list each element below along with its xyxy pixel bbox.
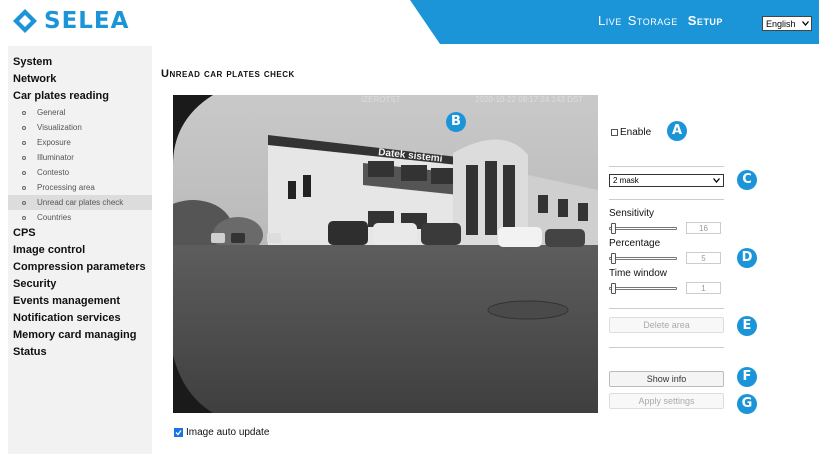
chevron-down-icon [802, 21, 809, 26]
mask-select[interactable]: 2 mask [609, 174, 724, 187]
sensitivity-slider[interactable] [609, 223, 677, 234]
bullet-icon [22, 155, 26, 160]
sensitivity-label: Sensitivity [609, 208, 655, 219]
slider-track [609, 287, 677, 290]
delete-area-button[interactable]: Delete area [609, 317, 724, 333]
bullet-icon [22, 200, 26, 205]
sidebar-subitem-label: General [37, 108, 66, 117]
top-nav: Live Storage Setup [598, 13, 729, 28]
marker-g: G [737, 394, 757, 414]
camera-preview[interactable]: Datek sistemi IZEROTST 2020-10-22 08:17:… [173, 95, 598, 413]
sidebar-subitem-label: Processing area [37, 183, 95, 192]
show-info-button[interactable]: Show info [609, 371, 724, 387]
nav-setup[interactable]: Setup [688, 13, 723, 28]
sidebar-subitem-label: Contesto [37, 168, 70, 177]
header: SELEA Live Storage Setup English [0, 0, 819, 44]
bullet-icon [22, 215, 26, 220]
sidebar-item-network[interactable]: Network [8, 71, 152, 88]
sidebar-item-system[interactable]: System [8, 54, 152, 71]
sidebar-item-image-control[interactable]: Image control [8, 242, 152, 259]
enable-toggle[interactable]: Enable [611, 127, 651, 138]
sidebar: System Network Car plates reading Genera… [8, 46, 152, 454]
marker-e: E [737, 316, 757, 336]
sidebar-item-status[interactable]: Status [8, 344, 152, 361]
slider-thumb[interactable] [611, 283, 616, 294]
language-select[interactable]: English [762, 16, 812, 31]
sidebar-item-compression-parameters[interactable]: Compression parameters [8, 259, 152, 276]
page-title: Unread car plates check [161, 68, 295, 80]
percentage-slider[interactable] [609, 253, 677, 264]
sidebar-subitem-exposure[interactable]: Exposure [8, 135, 152, 150]
bullet-icon [22, 110, 26, 115]
nav-live[interactable]: Live [598, 13, 622, 28]
sidebar-item-memory-card-managing[interactable]: Memory card managing [8, 327, 152, 344]
time-window-label: Time window [609, 268, 667, 279]
camera-image: Datek sistemi [173, 95, 598, 413]
sidebar-subitem-general[interactable]: General [8, 105, 152, 120]
enable-checkbox[interactable] [611, 129, 618, 136]
sidebar-subitem-countries[interactable]: Countries [8, 210, 152, 225]
sidebar-item-events-management[interactable]: Events management [8, 293, 152, 310]
sidebar-subitem-label: Illuminator [37, 153, 74, 162]
bullet-icon [22, 140, 26, 145]
bullet-icon [22, 185, 26, 190]
chevron-down-icon [713, 178, 720, 183]
marker-a: A [667, 121, 687, 141]
diamond-logo-icon [13, 9, 37, 33]
sidebar-subitem-label: Visualization [37, 123, 82, 132]
slider-thumb[interactable] [611, 253, 616, 264]
image-auto-update[interactable]: Image auto update [174, 427, 269, 438]
sidebar-subitem-illuminator[interactable]: Illuminator [8, 150, 152, 165]
sidebar-item-notification-services[interactable]: Notification services [8, 310, 152, 327]
percentage-label: Percentage [609, 238, 661, 249]
divider [609, 199, 724, 200]
auto-update-label: Image auto update [186, 427, 270, 438]
divider [609, 347, 724, 348]
apply-settings-button[interactable]: Apply settings [609, 393, 724, 409]
sidebar-subitem-contesto[interactable]: Contesto [8, 165, 152, 180]
sidebar-item-cps[interactable]: CPS [8, 225, 152, 242]
time-window-value[interactable]: 1 [686, 282, 721, 294]
sidebar-subitem-label: Countries [37, 213, 72, 222]
sidebar-subitem-unread-car-plates-check[interactable]: Unread car plates check [8, 195, 152, 210]
sidebar-subitem-label: Exposure [37, 138, 71, 147]
marker-f: F [737, 367, 757, 387]
marker-c: C [737, 170, 757, 190]
nav-storage[interactable]: Storage [628, 13, 678, 28]
sidebar-subitem-label: Unread car plates check [37, 198, 124, 207]
sidebar-item-security[interactable]: Security [8, 276, 152, 293]
auto-update-checkbox[interactable] [174, 428, 183, 437]
slider-thumb[interactable] [611, 223, 616, 234]
camera-name: IZEROTST [361, 95, 401, 104]
check-icon [175, 430, 182, 436]
camera-timestamp: 2020-10-22 08:17:24.143 DST [475, 95, 584, 104]
selea-logo: SELEA [12, 8, 129, 34]
slider-track [609, 257, 677, 260]
time-window-slider[interactable] [609, 283, 677, 294]
language-value: English [766, 18, 796, 29]
enable-label: Enable [620, 127, 652, 138]
bullet-icon [22, 125, 26, 130]
percentage-value[interactable]: 5 [686, 252, 721, 264]
brand-name: SELEA [44, 8, 130, 34]
sidebar-subitem-processing-area[interactable]: Processing area [8, 180, 152, 195]
mask-value: 2 mask [613, 176, 639, 185]
divider [609, 166, 724, 167]
sidebar-item-car-plates-reading[interactable]: Car plates reading [8, 88, 152, 105]
marker-d: D [737, 248, 757, 268]
bullet-icon [22, 170, 26, 175]
sensitivity-value[interactable]: 16 [686, 222, 721, 234]
slider-track [609, 227, 677, 230]
sidebar-subitem-visualization[interactable]: Visualization [8, 120, 152, 135]
marker-b: B [446, 112, 466, 132]
divider [609, 308, 724, 309]
